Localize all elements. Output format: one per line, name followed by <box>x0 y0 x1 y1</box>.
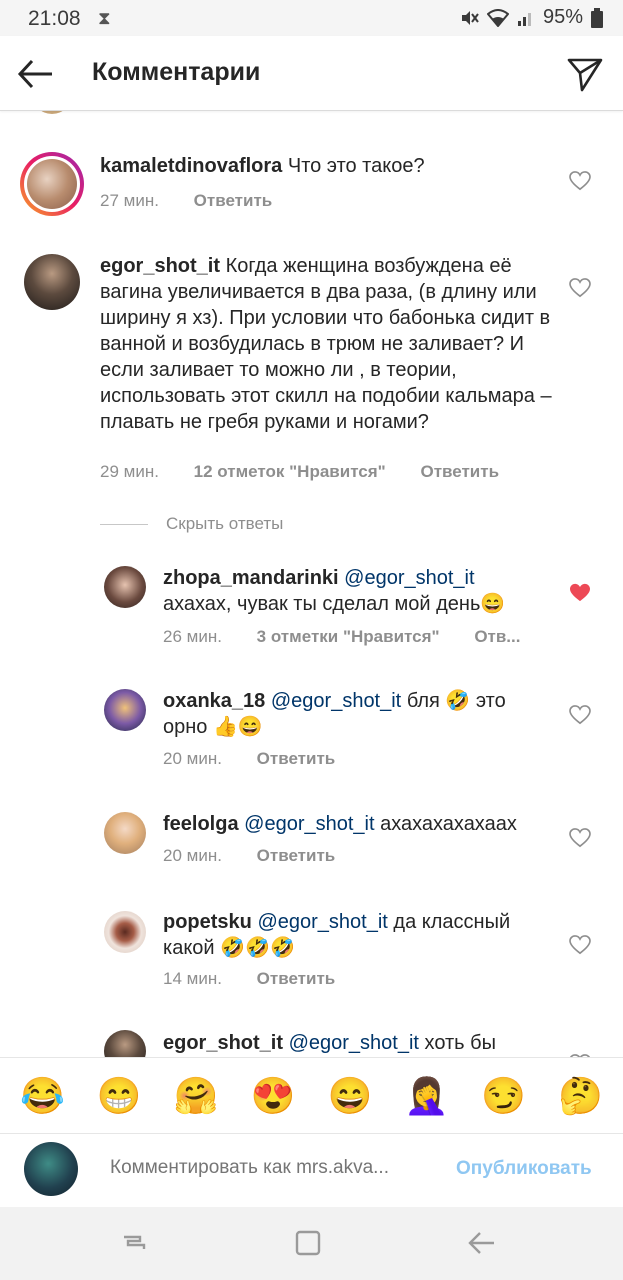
comment-text: Что это такое? <box>287 155 425 177</box>
page-title: Комментарии <box>92 58 261 86</box>
comment-meta: 29 мин. 12 отметок "Нравится" Ответить <box>100 462 529 482</box>
emoji-button[interactable]: 🤔 <box>556 1075 606 1116</box>
reply-button[interactable]: Ответить <box>257 969 336 988</box>
emoji-button[interactable]: 🤗 <box>171 1075 221 1116</box>
heart-icon[interactable] <box>569 935 591 955</box>
reply-text-block: popetsku @egor_shot_it да классный какой… <box>163 909 548 961</box>
comment-time: 27 мин. <box>100 191 159 210</box>
emoji-button[interactable]: 😍 <box>248 1075 298 1116</box>
comment-item: kamaletdinovaflora Что это такое? 27 мин… <box>0 110 623 240</box>
reply-text-block: feelolga @egor_shot_it ахахахахахаах <box>163 811 548 837</box>
emoji-button[interactable]: 😁 <box>94 1075 144 1116</box>
status-time: 21:08 <box>28 7 81 30</box>
reply-mention[interactable]: @egor_shot_it <box>289 1032 419 1054</box>
hide-replies-toggle[interactable]: Скрыть ответы <box>100 514 283 534</box>
comment-time: 29 мин. <box>100 462 159 481</box>
avatar <box>24 1142 78 1196</box>
reply-button[interactable]: Ответить <box>257 846 336 865</box>
reply-item: feelolga @egor_shot_it ахахахахахаах 20 … <box>0 800 623 890</box>
avatar[interactable] <box>104 911 146 953</box>
reply-button[interactable]: Ответить <box>257 749 336 768</box>
battery-icon <box>591 7 603 28</box>
comment-composer: Опубликовать <box>0 1133 623 1208</box>
emoji-button[interactable]: 😂 <box>17 1075 67 1116</box>
avatar[interactable] <box>20 152 84 216</box>
avatar[interactable] <box>104 689 146 731</box>
reply-meta: 26 мин. 3 отметки "Нравится" Отв... <box>163 627 550 647</box>
home-icon[interactable] <box>292 1227 324 1259</box>
reply-username[interactable]: feelolga <box>163 813 239 835</box>
heart-icon[interactable] <box>569 828 591 848</box>
reply-button[interactable]: Отв... <box>474 627 520 646</box>
reply-mention[interactable]: @egor_shot_it <box>271 690 401 712</box>
status-icons: 95% <box>459 6 603 29</box>
comment-likes[interactable]: 12 отметок "Нравится" <box>194 462 386 481</box>
arrow-left-icon[interactable] <box>16 54 56 94</box>
paper-plane-icon[interactable] <box>565 54 605 94</box>
reply-meta: 20 мин. Ответить <box>163 846 365 866</box>
emoji-button[interactable]: 🤦‍♀️ <box>402 1075 452 1116</box>
heart-icon[interactable] <box>569 171 591 191</box>
signal-icon <box>517 12 531 26</box>
comment-input[interactable] <box>108 1156 442 1180</box>
wifi-icon <box>486 8 509 27</box>
reply-time: 26 мин. <box>163 627 222 646</box>
reply-meta: 20 мин. Ответить <box>163 749 365 769</box>
reply-username[interactable]: zhopa_mandarinki <box>163 567 339 589</box>
comment-text-block: egor_shot_it Когда женщина возбуждена её… <box>100 253 560 435</box>
heart-icon[interactable] <box>569 278 591 298</box>
comments-list[interactable]: kamaletdinovaflora Что это такое? 27 мин… <box>0 110 623 1057</box>
system-nav-bar <box>0 1207 623 1280</box>
heart-filled-icon[interactable] <box>569 583 591 603</box>
avatar[interactable] <box>104 812 146 854</box>
reply-mention[interactable]: @egor_shot_it <box>244 813 374 835</box>
reply-mention[interactable]: @egor_shot_it <box>257 911 387 933</box>
reply-text: хоть бы <box>424 1032 496 1054</box>
reply-username[interactable]: oxanka_18 <box>163 690 265 712</box>
heart-icon[interactable] <box>569 705 591 725</box>
avatar[interactable] <box>104 566 146 608</box>
comment-meta: 27 мин. Ответить <box>100 191 302 211</box>
hide-replies-label: Скрыть ответы <box>166 514 284 533</box>
reply-meta: 14 мин. Ответить <box>163 969 365 989</box>
reply-text-block: oxanka_18 @egor_shot_it бля 🤣 это орно 👍… <box>163 688 548 740</box>
reply-mention[interactable]: @egor_shot_it <box>344 567 474 589</box>
top-app-bar: Комментарии <box>0 36 623 111</box>
mute-icon <box>461 10 479 25</box>
comment-text-block: kamaletdinovaflora Что это такое? <box>100 153 570 179</box>
back-icon[interactable] <box>466 1227 498 1259</box>
hourglass-icon: ⧗ <box>98 8 111 28</box>
avatar[interactable] <box>104 1030 146 1057</box>
status-bar: 21:08 ⧗ 95% <box>0 0 623 36</box>
recent-apps-icon[interactable] <box>118 1227 150 1259</box>
reply-text-block: zhopa_mandarinki @egor_shot_it ахахах, ч… <box>163 565 548 617</box>
publish-button[interactable]: Опубликовать <box>456 1158 592 1180</box>
reply-text-block: egor_shot_it @egor_shot_it хоть бы <box>163 1030 548 1056</box>
reply-username[interactable]: egor_shot_it <box>163 1032 283 1054</box>
divider <box>100 523 148 525</box>
reply-time: 20 мин. <box>163 749 222 768</box>
emoji-button[interactable]: 😏 <box>479 1075 529 1116</box>
reply-item: oxanka_18 @egor_shot_it бля 🤣 это орно 👍… <box>0 675 623 785</box>
comment-username[interactable]: egor_shot_it <box>100 255 220 277</box>
reply-item: zhopa_mandarinki @egor_shot_it ахахах, ч… <box>0 550 623 660</box>
comment-item: egor_shot_it Когда женщина возбуждена её… <box>0 240 623 490</box>
emoji-button[interactable]: 😄 <box>325 1075 375 1116</box>
comment-username[interactable]: kamaletdinovaflora <box>100 155 282 177</box>
reply-time: 14 мин. <box>163 969 222 988</box>
reply-username[interactable]: popetsku <box>163 911 252 933</box>
reply-likes[interactable]: 3 отметки "Нравится" <box>257 627 440 646</box>
emoji-quick-bar: 😂 😁 🤗 😍 😄 🤦‍♀️ 😏 🤔 <box>0 1057 623 1133</box>
reply-button[interactable]: Ответить <box>194 191 273 210</box>
battery-percent: 95% <box>542 6 583 28</box>
reply-text: ахахахахахаах <box>380 813 517 835</box>
comment-text: Когда женщина возбуждена её вагина увели… <box>100 255 552 433</box>
avatar[interactable] <box>24 254 80 310</box>
reply-item: egor_shot_it @egor_shot_it хоть бы <box>0 1020 623 1057</box>
reply-time: 20 мин. <box>163 846 222 865</box>
reply-button[interactable]: Ответить <box>420 462 499 481</box>
reply-text: ахахах, чувак ты сделал мой день😄 <box>163 593 506 615</box>
reply-item: popetsku @egor_shot_it да классный какой… <box>0 897 623 1007</box>
